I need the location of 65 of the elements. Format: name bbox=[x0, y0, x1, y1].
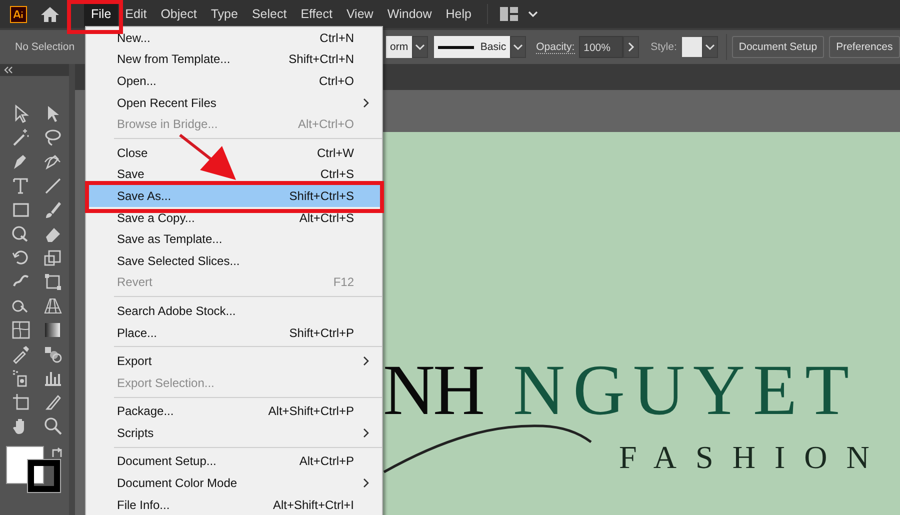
highlight-frame bbox=[67, 0, 123, 34]
stroke-swatch[interactable] bbox=[28, 460, 60, 492]
workspace-icon[interactable] bbox=[500, 7, 518, 21]
menu-item[interactable]: Object bbox=[154, 1, 204, 27]
swap-icon[interactable] bbox=[50, 446, 64, 460]
menu-entry[interactable]: Document Color Mode bbox=[86, 472, 382, 494]
menu-item[interactable]: Edit bbox=[118, 1, 154, 27]
artboard-icon[interactable] bbox=[11, 392, 31, 412]
gradient-icon[interactable] bbox=[43, 320, 63, 340]
menu-item[interactable]: View bbox=[339, 1, 380, 27]
paintbrush-icon[interactable] bbox=[43, 200, 63, 220]
menu-entry[interactable]: Scripts bbox=[86, 422, 382, 444]
pointer-arrow bbox=[179, 134, 236, 180]
menu-entry[interactable]: Document Setup... Alt+Ctrl+P bbox=[86, 450, 382, 472]
document-setup-button[interactable]: Document Setup bbox=[732, 36, 824, 58]
chevron-icon[interactable] bbox=[510, 36, 526, 58]
menu-entry[interactable]: Search Adobe Stock... bbox=[86, 300, 382, 322]
line-icon[interactable] bbox=[43, 176, 63, 196]
zoom-icon[interactable] bbox=[43, 416, 63, 436]
logo-text: NGUYET bbox=[513, 360, 857, 420]
tagline-text: FASHION bbox=[619, 440, 888, 474]
chevron-icon[interactable] bbox=[702, 36, 718, 58]
stroke-dropdown[interactable]: Basic bbox=[434, 36, 510, 58]
menu-entry[interactable]: New from Template... Shift+Ctrl+N bbox=[86, 48, 382, 70]
rectangle-icon[interactable] bbox=[11, 200, 31, 220]
opacity-label: Opacity: bbox=[536, 40, 575, 54]
menu-entry[interactable]: Package... Alt+Shift+Ctrl+P bbox=[86, 400, 382, 422]
menu-entry[interactable]: Open Recent Files bbox=[86, 92, 382, 114]
type-icon[interactable] bbox=[11, 176, 31, 196]
menu-entry[interactable]: Save Selected Slices... bbox=[86, 250, 382, 272]
menu-entry[interactable]: Save a Copy... Alt+Ctrl+S bbox=[86, 206, 382, 228]
free-transform-icon[interactable] bbox=[43, 272, 63, 292]
menu-entry[interactable]: Place... Shift+Ctrl+P bbox=[86, 322, 382, 344]
menu-item[interactable]: Help bbox=[438, 1, 478, 27]
menu-entry[interactable]: File Info... Alt+Shift+Ctrl+I bbox=[86, 494, 382, 515]
profile-dropdown[interactable]: orm bbox=[386, 36, 412, 58]
chevron-icon[interactable] bbox=[412, 36, 428, 58]
menu-item[interactable]: Type bbox=[204, 1, 245, 27]
selection-status: No Selection bbox=[15, 41, 76, 53]
eyedropper-icon[interactable] bbox=[11, 344, 31, 364]
arrow-right-icon[interactable] bbox=[622, 36, 639, 58]
menu-entry[interactable]: Save Ctrl+S bbox=[86, 164, 382, 186]
style-label: Style: bbox=[650, 41, 677, 53]
mesh-icon[interactable] bbox=[11, 320, 31, 340]
scale-icon[interactable] bbox=[43, 248, 63, 268]
menu-entry[interactable]: Close Ctrl+W bbox=[86, 142, 382, 164]
perspective-grid-icon[interactable] bbox=[43, 296, 63, 316]
preferences-button[interactable]: Preferences bbox=[829, 36, 900, 58]
blend-icon[interactable] bbox=[43, 344, 63, 364]
menu-item[interactable]: Select bbox=[244, 1, 294, 27]
menu-entry[interactable]: Save as Template... bbox=[86, 228, 382, 250]
menu-entry[interactable]: Save As... Shift+Ctrl+S bbox=[86, 185, 382, 207]
menu-entry[interactable]: New... Ctrl+N bbox=[86, 27, 382, 49]
opacity-field[interactable]: 100% bbox=[578, 36, 623, 58]
app-logo bbox=[10, 6, 27, 22]
menu-item[interactable]: Window bbox=[380, 1, 439, 27]
menu-entry[interactable]: Export bbox=[86, 350, 382, 372]
style-swatch[interactable] bbox=[682, 37, 702, 57]
logo-text: NH bbox=[383, 360, 483, 420]
home-icon[interactable] bbox=[40, 5, 60, 23]
menu-item[interactable]: Effect bbox=[294, 1, 340, 27]
lasso-icon[interactable] bbox=[43, 128, 63, 148]
magic-wand-icon[interactable] bbox=[11, 128, 31, 148]
collapse-icon[interactable] bbox=[3, 66, 13, 74]
slice-icon[interactable] bbox=[43, 392, 63, 412]
